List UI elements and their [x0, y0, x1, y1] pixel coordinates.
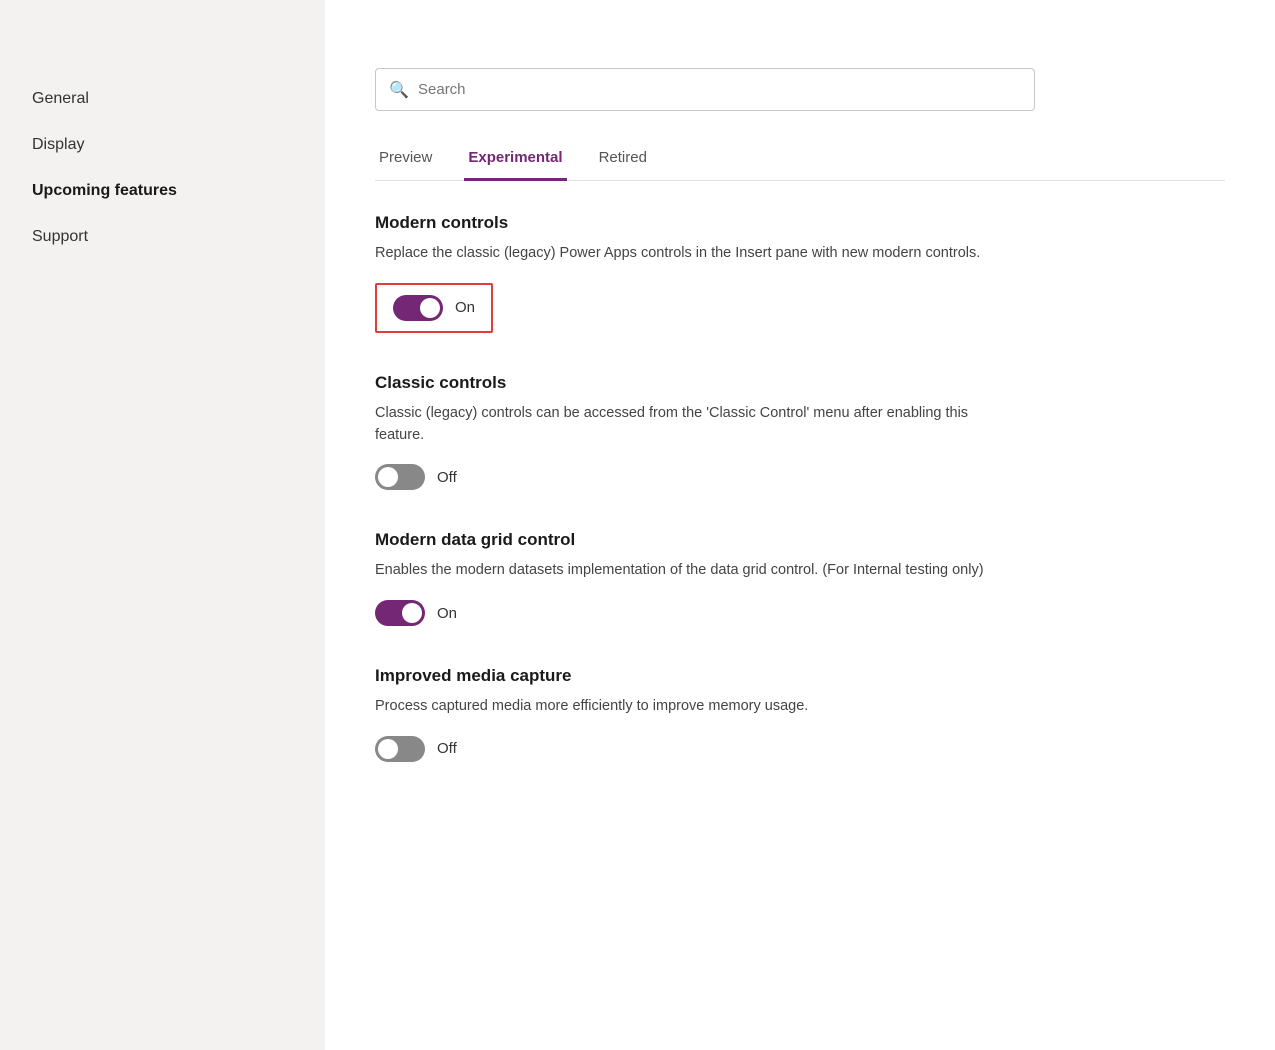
- sidebar-item-display[interactable]: Display: [0, 122, 325, 168]
- feature-desc-improved-media-capture: Process captured media more efficiently …: [375, 696, 1015, 718]
- toggle-modern-controls[interactable]: [393, 295, 443, 321]
- sidebar-item-support[interactable]: Support: [0, 214, 325, 260]
- feature-desc-modern-controls: Replace the classic (legacy) Power Apps …: [375, 243, 1015, 265]
- sidebar-item-general[interactable]: General: [0, 76, 325, 122]
- toggle-slider-modern-data-grid: [375, 600, 425, 626]
- tabs: Preview Experimental Retired: [375, 139, 1225, 181]
- search-container: 🔍: [375, 68, 1035, 111]
- feature-classic-controls: Classic controls Classic (legacy) control…: [375, 373, 1225, 491]
- toggle-row-classic-controls: Off: [375, 464, 1225, 490]
- feature-title-classic-controls: Classic controls: [375, 373, 1225, 393]
- toggle-slider-modern-controls: [393, 295, 443, 321]
- tab-preview[interactable]: Preview: [375, 139, 436, 181]
- feature-desc-classic-controls: Classic (legacy) controls can be accesse…: [375, 403, 1015, 447]
- features-list: Modern controls Replace the classic (lega…: [375, 213, 1225, 762]
- feature-title-improved-media-capture: Improved media capture: [375, 666, 1225, 686]
- feature-title-modern-controls: Modern controls: [375, 213, 1225, 233]
- toggle-row-improved-media-capture: Off: [375, 736, 1225, 762]
- toggle-label-classic-controls: Off: [437, 469, 457, 486]
- highlight-box-modern-controls: On: [375, 283, 493, 333]
- tab-experimental[interactable]: Experimental: [464, 139, 566, 181]
- sidebar: GeneralDisplayUpcoming featuresSupport: [0, 0, 325, 1050]
- toggle-label-modern-controls: On: [455, 299, 475, 316]
- tab-retired[interactable]: Retired: [595, 139, 651, 181]
- toggle-classic-controls[interactable]: [375, 464, 425, 490]
- sidebar-title: [0, 40, 325, 76]
- toggle-label-modern-data-grid: On: [437, 605, 457, 622]
- feature-desc-modern-data-grid: Enables the modern datasets implementati…: [375, 560, 1015, 582]
- feature-improved-media-capture: Improved media capture Process captured m…: [375, 666, 1225, 762]
- feature-title-modern-data-grid: Modern data grid control: [375, 530, 1225, 550]
- feature-modern-data-grid: Modern data grid control Enables the mode…: [375, 530, 1225, 626]
- feature-modern-controls: Modern controls Replace the classic (lega…: [375, 213, 1225, 333]
- toggle-improved-media-capture[interactable]: [375, 736, 425, 762]
- toggle-row-modern-data-grid: On: [375, 600, 1225, 626]
- sidebar-item-upcoming-features[interactable]: Upcoming features: [0, 168, 325, 214]
- toggle-modern-data-grid[interactable]: [375, 600, 425, 626]
- toggle-slider-classic-controls: [375, 464, 425, 490]
- search-icon: 🔍: [389, 80, 409, 100]
- toggle-slider-improved-media-capture: [375, 736, 425, 762]
- main-content: 🔍 Preview Experimental Retired Modern cont…: [325, 0, 1275, 1050]
- search-input[interactable]: [375, 68, 1035, 111]
- sidebar-nav: GeneralDisplayUpcoming featuresSupport: [0, 76, 325, 260]
- toggle-label-improved-media-capture: Off: [437, 740, 457, 757]
